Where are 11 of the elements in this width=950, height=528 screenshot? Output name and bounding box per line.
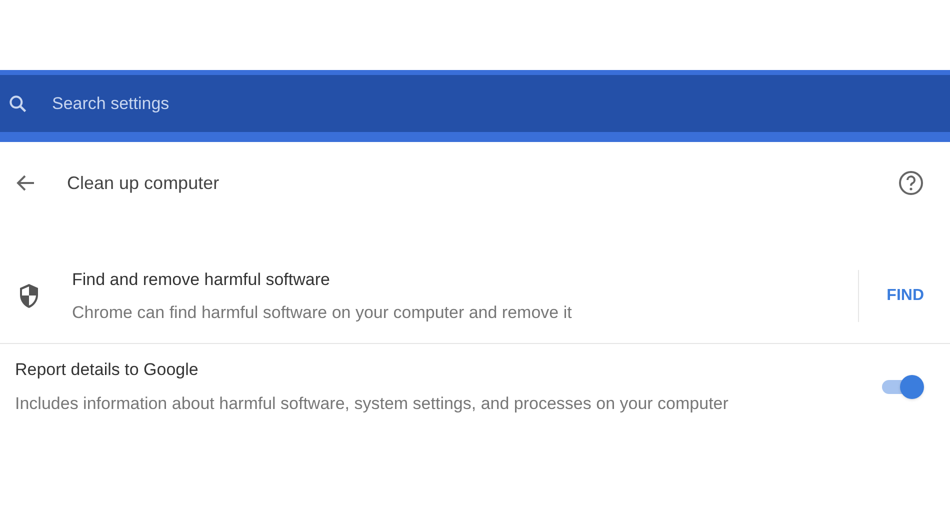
setting-description: Chrome can find harmful software on your computer and remove it [72, 302, 572, 324]
page-title: Clean up computer [67, 172, 220, 195]
setting-title: Find and remove harmful software [72, 268, 331, 290]
find-button[interactable]: FIND [886, 284, 924, 308]
toggle-switch[interactable] [880, 374, 924, 398]
setting-title: Report details to Google [15, 359, 200, 381]
setting-description: Includes information about harmful software, system settings, and processes on your computer [15, 392, 728, 414]
shield-icon [18, 283, 40, 309]
search-icon [7, 92, 29, 114]
search-field[interactable]: Search settings [52, 90, 652, 116]
help-icon[interactable] [898, 170, 924, 196]
